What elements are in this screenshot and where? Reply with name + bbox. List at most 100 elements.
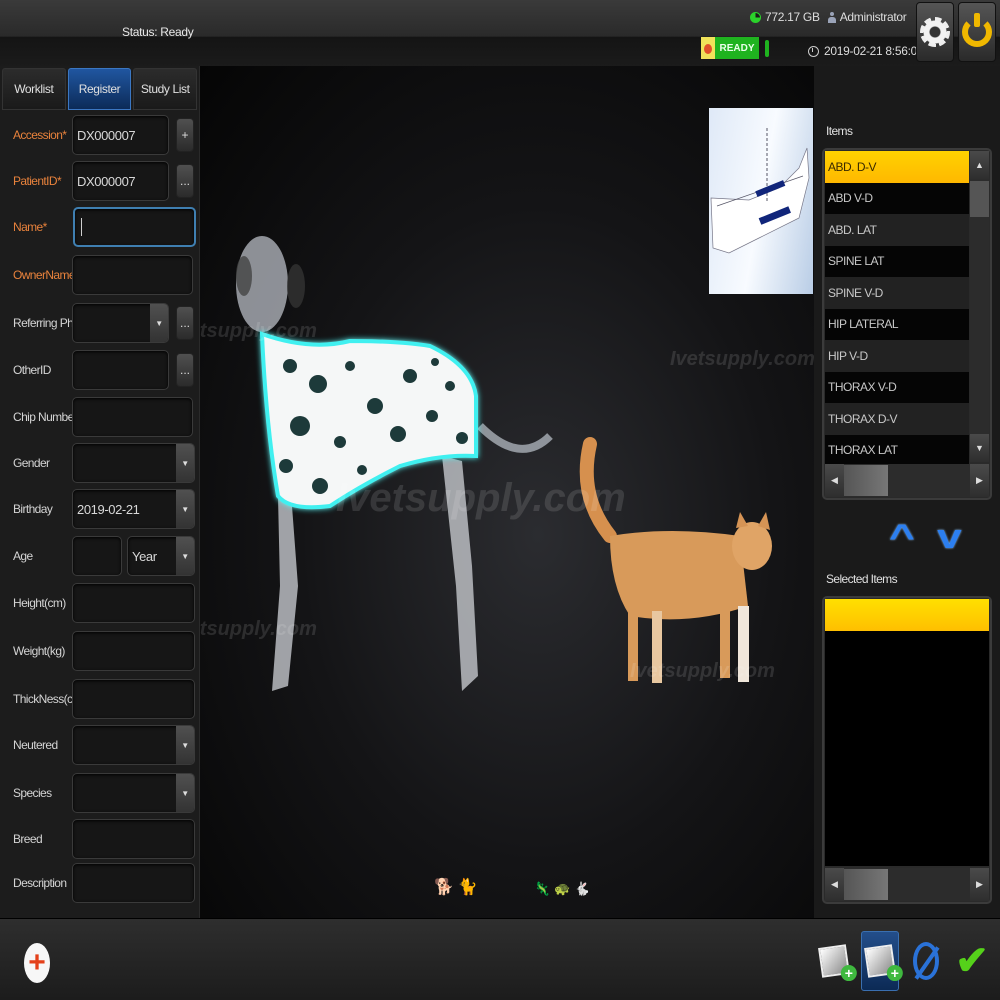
patient-id-label: PatientID* bbox=[13, 174, 62, 188]
age-unit-select[interactable]: Year ▼ bbox=[127, 536, 195, 576]
tab-bar: Worklist Register Study List bbox=[0, 66, 199, 110]
selected-horizontal-scrollbar[interactable]: ◀ ▶ bbox=[825, 868, 989, 901]
tab-study-list[interactable]: Study List bbox=[133, 68, 198, 110]
accession-input[interactable]: DX000007 bbox=[72, 115, 169, 155]
chip-number-label: Chip Number bbox=[13, 410, 78, 424]
exam-item[interactable]: ABD. D-V bbox=[825, 151, 969, 183]
patient-id-browse-button[interactable]: ... bbox=[176, 164, 194, 198]
vertical-scroll-thumb[interactable] bbox=[970, 181, 989, 217]
chevron-down-icon[interactable]: ▼ bbox=[176, 726, 194, 764]
neutered-row: Neutered ▼ bbox=[0, 724, 200, 766]
dog-tail[interactable] bbox=[477, 423, 553, 453]
items-horizontal-scrollbar[interactable]: ◀ ▶ bbox=[825, 464, 989, 497]
power-button[interactable] bbox=[958, 2, 996, 62]
owner-name-label: OwnerName* bbox=[13, 268, 80, 282]
exam-item[interactable]: ABD. LAT bbox=[825, 214, 969, 246]
tab-worklist[interactable]: Worklist bbox=[2, 68, 66, 110]
user-name: Administrator bbox=[839, 10, 907, 24]
description-row: Description bbox=[0, 862, 200, 904]
confirm-button[interactable]: ✔ bbox=[953, 931, 991, 991]
species-row: Species ▼ bbox=[0, 772, 200, 814]
species-exotic-button[interactable]: 🦎 🐢 🐇 bbox=[534, 861, 591, 897]
exam-items-panel: Items ABD. D-V ABD V-D ABD. LAT SPINE LAT SP… bbox=[814, 66, 1000, 918]
tab-register[interactable]: Register bbox=[67, 68, 132, 110]
scroll-right-icon[interactable]: ▶ bbox=[970, 868, 989, 901]
add-image-button[interactable] bbox=[861, 931, 899, 991]
scroll-up-icon[interactable]: ▲ bbox=[970, 151, 989, 179]
scroll-down-icon[interactable]: ▼ bbox=[970, 434, 989, 462]
watermark: Ivetsupply.com bbox=[670, 348, 814, 370]
weight-input[interactable] bbox=[72, 631, 195, 671]
power-icon bbox=[962, 13, 992, 47]
bottom-toolbar: + ✔ bbox=[0, 918, 1000, 1000]
chevron-down-icon[interactable]: ▼ bbox=[176, 537, 194, 575]
scroll-left-icon[interactable]: ◀ bbox=[825, 464, 844, 497]
age-input[interactable] bbox=[72, 536, 122, 576]
exam-item[interactable]: THORAX D-V bbox=[825, 403, 969, 435]
species-label: Species bbox=[13, 786, 52, 800]
accession-add-button[interactable]: + bbox=[176, 118, 194, 152]
species-select[interactable]: ▼ bbox=[72, 773, 195, 813]
move-up-button[interactable]: ^ bbox=[889, 518, 915, 557]
exam-item[interactable]: HIP LATERAL bbox=[825, 308, 969, 340]
breed-row: Breed bbox=[0, 818, 200, 860]
height-row: Height(cm) bbox=[0, 582, 200, 624]
cat-head[interactable] bbox=[732, 522, 772, 570]
referring-phys-browse-button[interactable]: ... bbox=[176, 306, 194, 340]
gender-label: Gender bbox=[13, 456, 50, 470]
description-input[interactable] bbox=[72, 863, 195, 903]
height-input[interactable] bbox=[72, 583, 195, 623]
chevron-down-icon[interactable]: ▼ bbox=[176, 490, 194, 528]
name-input[interactable] bbox=[73, 207, 196, 247]
selected-item-row[interactable] bbox=[825, 599, 989, 631]
referring-phys-row: Referring Phys ▼ ... bbox=[0, 302, 200, 344]
temperature-icon bbox=[765, 40, 769, 57]
breed-input[interactable] bbox=[72, 819, 195, 859]
move-buttons: ^ v bbox=[889, 518, 962, 557]
owner-name-input[interactable] bbox=[72, 255, 193, 295]
other-id-label: OtherID bbox=[13, 363, 51, 377]
chevron-down-icon[interactable]: ▼ bbox=[150, 304, 168, 342]
exam-item[interactable]: ABD V-D bbox=[825, 182, 969, 214]
horizontal-scroll-thumb[interactable] bbox=[844, 465, 888, 496]
other-id-input[interactable] bbox=[72, 350, 169, 390]
new-patient-button[interactable]: + bbox=[24, 943, 50, 983]
cancel-icon bbox=[913, 942, 939, 980]
exam-item[interactable]: THORAX V-D bbox=[825, 371, 969, 403]
chevron-down-icon[interactable]: ▼ bbox=[176, 774, 194, 812]
thickness-input[interactable] bbox=[72, 679, 195, 719]
positioning-diagram bbox=[710, 128, 810, 254]
exam-item[interactable]: SPINE LAT bbox=[825, 245, 969, 277]
age-label: Age bbox=[13, 549, 33, 563]
name-row: Name* bbox=[0, 206, 200, 248]
scroll-right-icon[interactable]: ▶ bbox=[970, 464, 989, 497]
age-unit-value: Year bbox=[132, 548, 157, 564]
move-down-button[interactable]: v bbox=[937, 518, 962, 557]
add-images-button[interactable] bbox=[815, 931, 853, 991]
items-vertical-scrollbar[interactable]: ▲ ▼ bbox=[970, 151, 989, 462]
settings-button[interactable] bbox=[916, 2, 954, 62]
exam-item[interactable]: SPINE V-D bbox=[825, 277, 969, 309]
birthday-label: Birthday bbox=[13, 502, 53, 516]
watermark: Ivetsupply.com bbox=[200, 618, 317, 640]
selected-items-listbox: ◀ ▶ bbox=[822, 596, 992, 904]
exam-item[interactable]: THORAX LAT bbox=[825, 434, 969, 466]
accession-row: Accession* DX000007 + bbox=[0, 114, 200, 156]
neutered-select[interactable]: ▼ bbox=[72, 725, 195, 765]
image-add-icon bbox=[818, 944, 850, 978]
chip-number-input[interactable] bbox=[72, 397, 193, 437]
scroll-left-icon[interactable]: ◀ bbox=[825, 868, 844, 901]
referring-phys-select[interactable]: ▼ bbox=[72, 303, 169, 343]
other-id-browse-button[interactable]: ... bbox=[176, 353, 194, 387]
patient-id-input[interactable]: DX000007 bbox=[72, 161, 169, 201]
birthday-picker[interactable]: 2019-02-21 ▼ bbox=[72, 489, 195, 529]
species-dog-cat-button[interactable]: 🐕 🐈 bbox=[434, 861, 478, 897]
gender-select[interactable]: ▼ bbox=[72, 443, 195, 483]
cancel-button[interactable] bbox=[907, 931, 945, 991]
exam-item[interactable]: HIP V-D bbox=[825, 340, 969, 372]
ready-label: READY bbox=[719, 42, 755, 54]
dog-front-leg[interactable] bbox=[272, 496, 298, 691]
horizontal-scroll-thumb[interactable] bbox=[844, 869, 888, 900]
chevron-down-icon[interactable]: ▼ bbox=[176, 444, 194, 482]
top-bar: Status: Ready 772.17 GB Administrator RE… bbox=[0, 0, 1000, 66]
